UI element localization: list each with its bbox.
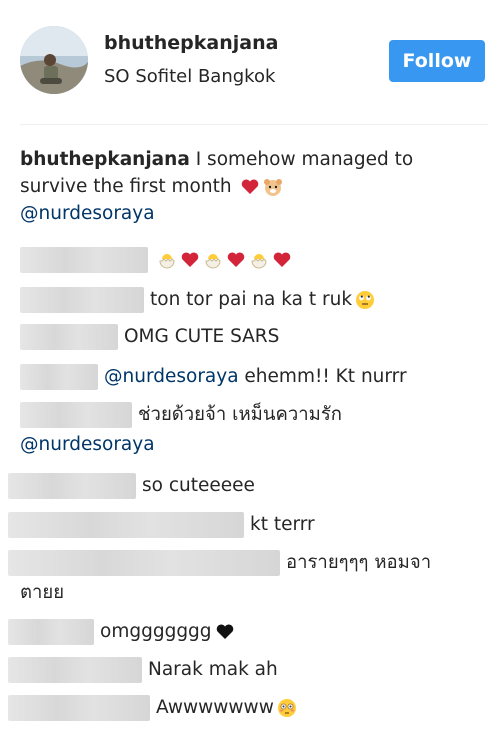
comment-mention[interactable]: @nurdesoraya	[20, 431, 155, 458]
heart-icon	[242, 179, 259, 194]
comment-row: Narak mak ah	[8, 656, 278, 683]
blurred-username	[8, 472, 136, 499]
comment-text: Narak mak ah	[148, 659, 278, 680]
caption-mention[interactable]: @nurdesoraya	[20, 203, 155, 224]
comment-mention[interactable]: @nurdesoraya	[104, 363, 239, 390]
comment-text-line2: ตายย	[20, 582, 65, 603]
blurred-username	[8, 656, 142, 683]
comment-row: Awwwwwww	[8, 694, 297, 721]
blurred-username	[8, 549, 280, 576]
comment-row: @nurdesoraya ehemm!! Kt nurrr	[20, 363, 407, 390]
post-header: bhuthepkanjana SO Sofitel Bangkok Follow	[0, 0, 500, 120]
follow-button[interactable]: Follow	[389, 40, 485, 82]
hatching-chick-icon	[205, 254, 221, 269]
comment-text: so cuteeeee	[142, 475, 255, 496]
comment-row: omggggggg	[8, 618, 235, 645]
black-heart-icon	[216, 623, 233, 639]
comment-row: อารายๆๆๆ หอมจา	[8, 549, 431, 576]
hatching-chick-icon	[251, 254, 267, 269]
divider	[20, 124, 488, 125]
comment-text: omggggggg	[100, 621, 212, 642]
comment-emojis	[154, 246, 292, 273]
comment-row: ton tor pai na ka t ruk	[20, 286, 375, 313]
heart-icon	[273, 252, 291, 267]
comment-text: ton tor pai na ka t ruk	[150, 289, 353, 310]
comment-row: ช่วยด้วยจ้า เหม็นความรัก	[20, 401, 342, 428]
avatar-photo	[20, 26, 88, 94]
blurred-username	[20, 246, 148, 273]
flushed-face-icon	[277, 698, 296, 717]
post-location[interactable]: SO Sofitel Bangkok	[104, 66, 275, 87]
caption-username[interactable]: bhuthepkanjana	[20, 149, 190, 170]
blurred-username	[20, 363, 98, 390]
comment-text: ehemm!! Kt nurrr	[238, 366, 407, 387]
blurred-username	[8, 511, 244, 538]
caption: bhuthepkanjana I somehow managed to surv…	[20, 146, 480, 227]
caption-text-2: survive the first month	[20, 176, 232, 197]
comment-text: kt terrr	[250, 514, 315, 535]
hamster-icon	[264, 179, 283, 196]
comment-row: OMG CUTE SARS	[20, 323, 279, 350]
rolling-eyes-icon	[356, 290, 375, 309]
comment-row: kt terrr	[8, 511, 315, 538]
avatar[interactable]	[20, 26, 88, 94]
blurred-username	[8, 694, 150, 721]
caption-text-1: I somehow managed to	[195, 149, 414, 170]
comment-text: อารายๆๆๆ หอมจา	[286, 552, 432, 573]
comment-text: ช่วยด้วยจ้า เหม็นความรัก	[138, 404, 342, 425]
hatching-chick-icon	[159, 254, 175, 269]
comment-row	[20, 246, 292, 273]
comment-text: Awwwwwww	[156, 697, 274, 718]
comment-row: so cuteeeee	[8, 472, 255, 499]
blurred-username	[8, 618, 94, 645]
blurred-username	[20, 286, 144, 313]
comment-row-continuation: @nurdesoraya	[20, 431, 155, 458]
blurred-username	[20, 401, 132, 428]
comment-row-continuation: ตายย	[20, 579, 64, 606]
post-username[interactable]: bhuthepkanjana	[104, 32, 278, 54]
comment-text: OMG CUTE SARS	[124, 326, 280, 347]
blurred-username	[20, 323, 118, 350]
heart-icon	[181, 252, 199, 267]
heart-icon	[227, 252, 245, 267]
